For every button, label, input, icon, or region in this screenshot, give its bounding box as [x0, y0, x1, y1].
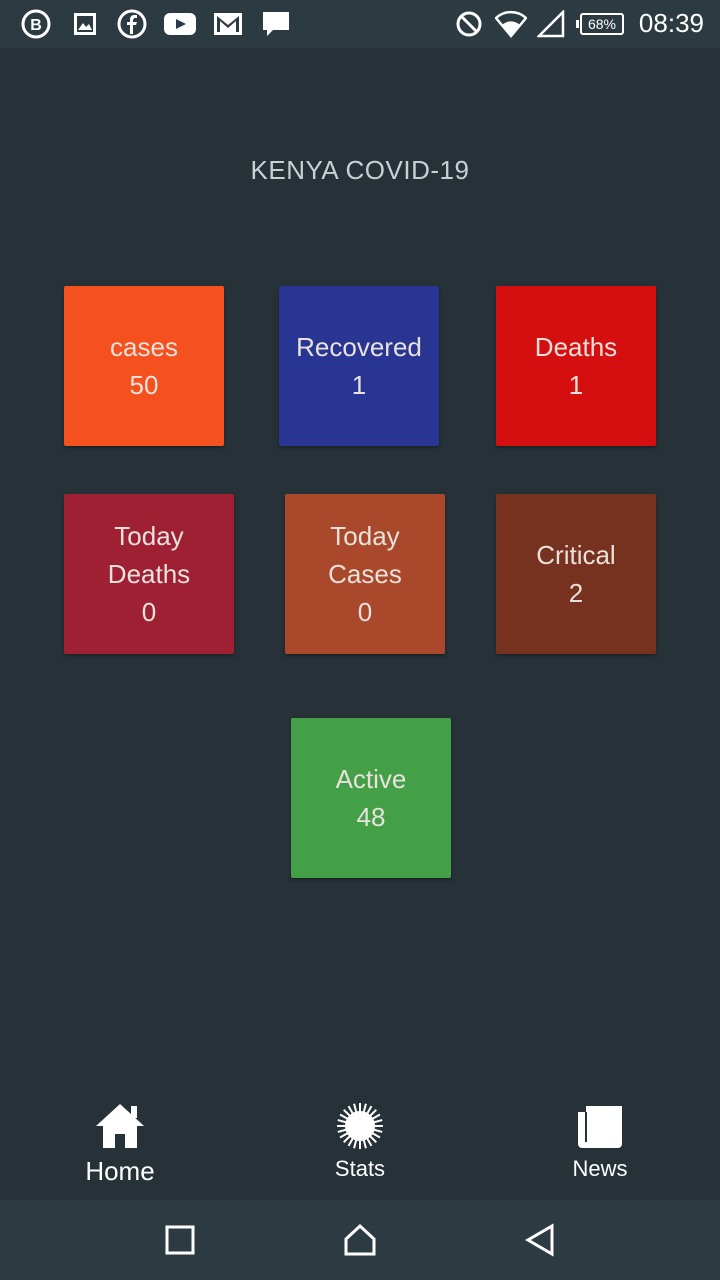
back-icon[interactable] — [520, 1220, 560, 1260]
signal-icon — [536, 10, 566, 38]
bbm-icon: B — [20, 9, 52, 39]
facebook-icon — [116, 9, 148, 39]
recovered-tile[interactable]: Recovered 1 — [279, 286, 439, 446]
nav-news[interactable]: News — [520, 1100, 680, 1182]
tile-label: Deaths — [534, 332, 618, 362]
tile-value: 0 — [357, 597, 373, 627]
today-cases-tile[interactable]: Today Cases 0 — [285, 494, 445, 654]
active-tile[interactable]: Active 48 — [291, 718, 451, 878]
do-not-disturb-icon — [454, 10, 484, 38]
tile-label: Today Deaths — [107, 521, 191, 589]
tile-label: cases — [110, 332, 178, 362]
bottom-navigation: Home Stats News — [0, 1085, 720, 1200]
image-icon — [72, 10, 98, 38]
tile-label: Critical — [536, 540, 616, 570]
nav-news-label: News — [572, 1156, 628, 1181]
home-icon — [40, 1100, 200, 1152]
nav-stats-label: Stats — [334, 1156, 386, 1181]
tile-value: 2 — [568, 578, 584, 608]
recents-icon[interactable] — [160, 1220, 200, 1260]
tile-value: 50 — [129, 370, 159, 400]
youtube-icon — [162, 10, 198, 38]
tile-label: Active — [335, 764, 407, 794]
cases-tile[interactable]: cases 50 — [64, 286, 224, 446]
critical-tile[interactable]: Critical 2 — [496, 494, 656, 654]
wifi-icon — [494, 10, 528, 38]
news-icon — [520, 1100, 680, 1152]
virus-icon — [280, 1100, 440, 1152]
tile-label: Recovered — [296, 332, 422, 362]
system-navigation-bar — [0, 1200, 720, 1280]
svg-text:B: B — [30, 17, 42, 34]
tile-label: Today Cases — [328, 521, 402, 589]
tile-value: 0 — [141, 597, 157, 627]
clock: 08:39 — [638, 8, 704, 38]
home-icon[interactable] — [340, 1220, 380, 1260]
battery-indicator: 68% — [576, 13, 624, 35]
message-icon — [260, 10, 292, 38]
nav-stats[interactable]: Stats — [280, 1100, 440, 1182]
status-bar: B 68% 08:39 — [0, 0, 720, 48]
tile-value: 48 — [356, 802, 386, 832]
today-deaths-tile[interactable]: Today Deaths 0 — [64, 494, 234, 654]
tile-value: 1 — [568, 370, 584, 400]
tile-value: 1 — [351, 370, 367, 400]
nav-home-label: Home — [85, 1156, 155, 1186]
deaths-tile[interactable]: Deaths 1 — [496, 286, 656, 446]
page-title: KENYA COVID-19 — [250, 155, 470, 185]
nav-home[interactable]: Home — [40, 1100, 200, 1187]
gmail-icon — [212, 10, 244, 38]
